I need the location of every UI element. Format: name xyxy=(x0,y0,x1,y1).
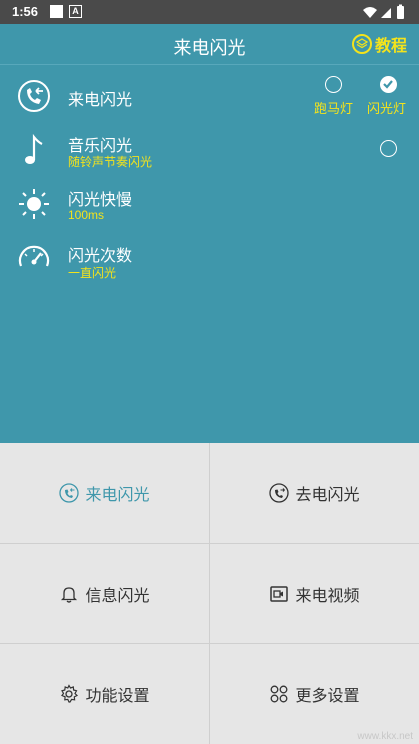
flash-label: 闪光灯 xyxy=(367,101,407,116)
tutorial-button[interactable]: 教程 xyxy=(351,32,407,56)
grid-label: 来电视频 xyxy=(295,588,360,605)
layers-icon xyxy=(351,34,372,54)
setting-subtitle: 随铃声节奏闪光 xyxy=(68,155,153,169)
grid-function-settings[interactable]: 功能设置 xyxy=(0,644,209,744)
setting-subtitle: 一直闪光 xyxy=(68,266,117,280)
gear-icon xyxy=(61,684,79,703)
grid-incoming-flash[interactable]: 来电闪光 xyxy=(0,443,209,543)
incoming-call-icon xyxy=(16,78,52,114)
wifi-icon xyxy=(363,7,377,18)
grid-icon xyxy=(271,685,288,703)
setting-title: 闪光快慢 xyxy=(68,192,133,209)
check-icon xyxy=(383,80,393,89)
video-icon xyxy=(270,586,289,602)
status-icons xyxy=(361,4,409,25)
grid-label: 去电闪光 xyxy=(295,487,360,504)
grid-message-flash[interactable]: 信息闪光 xyxy=(0,544,209,644)
grid-label: 信息闪光 xyxy=(85,588,150,605)
marquee-radio[interactable] xyxy=(325,76,342,93)
incoming-call-icon xyxy=(59,483,80,503)
marquee-label: 跑马灯 xyxy=(314,101,354,116)
setting-row-flash-speed[interactable]: 闪光快慢 100ms xyxy=(0,178,419,234)
setting-row-flash-count[interactable]: 闪光次数 一直闪光 xyxy=(0,234,419,290)
tutorial-label: 教程 xyxy=(374,38,407,55)
grid-more-settings[interactable]: 更多设置 xyxy=(210,644,419,744)
sun-icon xyxy=(16,186,52,222)
notification-app-icon: A xyxy=(69,5,82,18)
status-time: 1:56 xyxy=(12,4,39,19)
setting-title: 来电闪光 xyxy=(68,92,133,109)
speedometer-icon xyxy=(16,240,52,276)
app-header: 来电闪光 教程 xyxy=(0,24,419,64)
signal-icon xyxy=(381,8,391,18)
music-flash-radio[interactable] xyxy=(380,140,397,157)
setting-row-music-flash[interactable]: 音乐闪光 随铃声节奏闪光 xyxy=(0,122,419,178)
notification-icon xyxy=(50,5,63,18)
function-grid: 来电闪光 去电闪光 信息闪光 来电视频 功能设置 更多设置 www.kkx.ne… xyxy=(0,443,419,744)
flash-radio[interactable] xyxy=(380,76,397,93)
settings-panel: 来电闪光 跑马灯 闪光灯 音乐闪光 随铃声节奏闪光 闪光快慢 100ms 闪光次… xyxy=(0,64,419,443)
outgoing-call-icon xyxy=(269,483,290,503)
music-note-icon xyxy=(16,132,52,168)
grid-label: 更多设置 xyxy=(295,688,360,705)
setting-row-incoming-flash[interactable]: 来电闪光 跑马灯 闪光灯 xyxy=(0,68,419,124)
setting-title: 闪光次数 xyxy=(68,248,133,265)
panel-divider xyxy=(0,64,419,65)
grid-outgoing-flash[interactable]: 去电闪光 xyxy=(210,443,419,543)
grid-label: 功能设置 xyxy=(85,688,150,705)
setting-subtitle: 100ms xyxy=(68,208,105,222)
status-bar: 1:56 A xyxy=(0,0,419,24)
bell-icon xyxy=(61,587,78,603)
battery-icon xyxy=(397,6,404,19)
watermark: www.kkx.net xyxy=(357,731,413,742)
grid-call-video[interactable]: 来电视频 xyxy=(210,544,419,644)
grid-label: 来电闪光 xyxy=(85,487,150,504)
